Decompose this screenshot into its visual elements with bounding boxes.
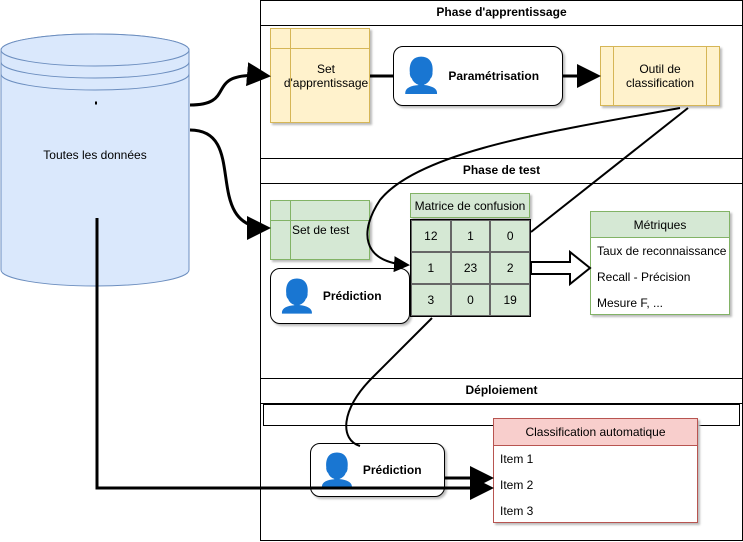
metrics-title: Métriques [591, 212, 729, 238]
matrix-cell: 1 [450, 220, 491, 252]
process-label: Prédiction [322, 289, 382, 303]
training-set[interactable]: Set d'apprentissage [270, 28, 370, 123]
classification-tool[interactable]: Outil de classification [600, 46, 720, 106]
matrix-cell: 0 [490, 220, 530, 252]
brain-head-icon: 👤 [317, 452, 357, 488]
brain-head-icon: 👤 [277, 278, 317, 314]
phase-title: Phase d'apprentissage [261, 1, 742, 26]
matrix-cell: 23 [450, 252, 491, 284]
database-label: Toutes les données [43, 148, 147, 162]
confusion-matrix: 12 1 0 1 23 2 3 0 19 [410, 219, 531, 317]
matrix-cell: 19 [490, 284, 530, 316]
parametrisation-process[interactable]: 👤 Paramétrisation [393, 46, 563, 106]
matrix-cell: 3 [411, 284, 451, 316]
process-label: Prédiction [362, 463, 422, 477]
matrix-cell: 1 [411, 252, 451, 284]
metrics-list: Métriques Taux de reconnaissance Recall … [590, 211, 730, 315]
list-item[interactable]: Item 3 [494, 498, 697, 524]
metric-item: Taux de reconnaissance [597, 244, 727, 258]
list-item[interactable]: Item 2 [494, 472, 697, 498]
phase-title: Phase de test [261, 159, 742, 184]
matrix-cell: 0 [450, 284, 491, 316]
test-set-label: Set de test [292, 223, 350, 237]
phase-title: Déploiement [261, 379, 742, 404]
metric-item: Recall - Précision [597, 270, 691, 284]
tool-label: Outil de classification [625, 62, 695, 90]
deploy-prediction-process[interactable]: 👤 Prédiction [310, 443, 445, 497]
test-set[interactable]: Set de test [270, 200, 370, 260]
matrix-cell: 2 [490, 252, 530, 284]
prediction-process[interactable]: 👤 Prédiction [270, 268, 410, 324]
confusion-matrix-title: Matrice de confusion [410, 193, 530, 218]
training-set-label: Set d'apprentissage [283, 61, 369, 90]
process-label: Paramétrisation [448, 69, 540, 83]
metric-item: Mesure F, ... [597, 296, 664, 310]
list-item[interactable]: Item 1 [494, 446, 697, 472]
brain-head-icon: 👤 [400, 57, 443, 95]
auto-classification-list: Classification automatique Item 1 Item 2… [493, 418, 698, 523]
auto-classification-title: Classification automatique [494, 419, 697, 446]
matrix-cell: 12 [411, 220, 451, 252]
